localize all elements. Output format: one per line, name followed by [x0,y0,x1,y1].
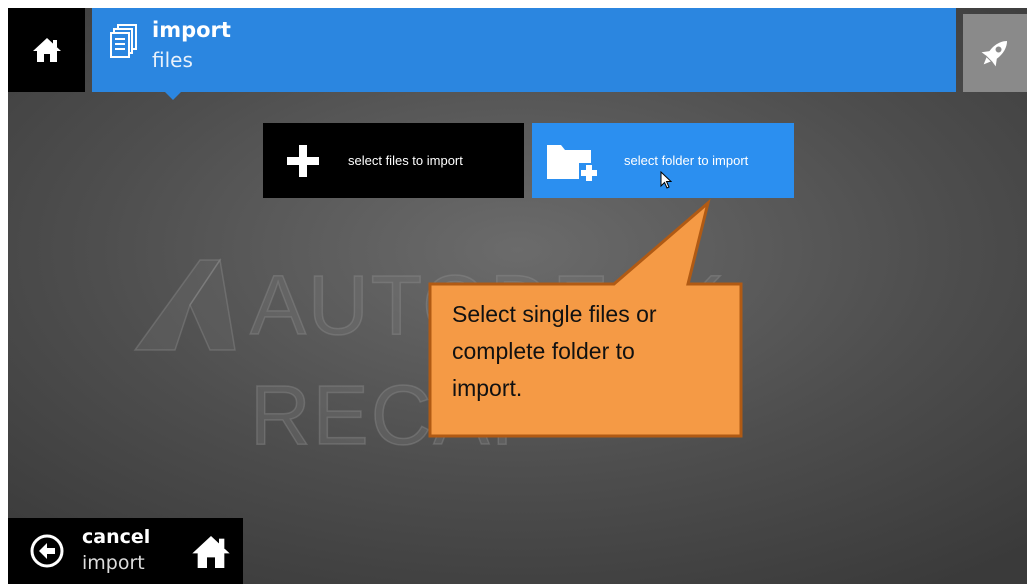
page-subtitle: files [152,48,193,72]
select-files-label: select files to import [348,153,463,168]
callout-text: Select single files or complete folder t… [452,296,732,407]
rocket-icon [981,40,1008,67]
autodesk-logo-icon [133,258,236,351]
select-files-button[interactable]: select files to import [263,123,524,198]
home-icon [192,536,230,568]
folder-add-icon [547,144,599,183]
callout-line: complete folder to [452,338,635,364]
cancel-import-button[interactable]: cancel import [8,518,168,584]
documents-icon [110,24,137,58]
cursor-icon [660,171,672,189]
back-arrow-icon [30,534,64,568]
home-button[interactable] [8,8,85,92]
page-header: import files [92,8,956,92]
header-pointer [165,92,181,100]
cancel-title: cancel [82,526,151,548]
page-title: import [152,18,231,42]
cancel-subtitle: import [82,552,145,574]
rocket-button[interactable] [963,14,1027,92]
home-button-bottom[interactable] [186,530,236,574]
home-icon [32,38,61,62]
plus-icon [287,144,319,177]
callout-line: import. [452,375,523,401]
bottom-bar: cancel import [8,518,243,584]
select-folder-label: select folder to import [624,153,749,168]
callout-line: Select single files or [452,301,657,327]
